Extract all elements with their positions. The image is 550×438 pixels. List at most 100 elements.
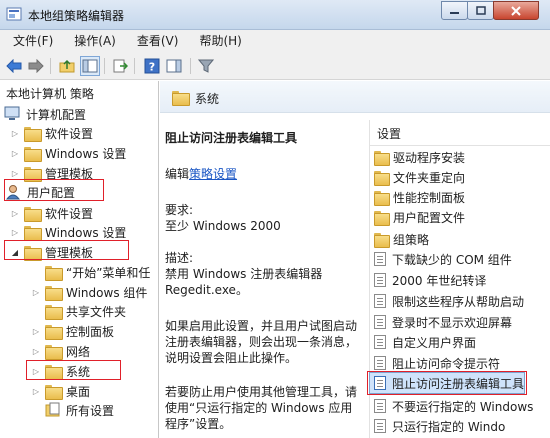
tree-item-computer-software[interactable]: ▷ 软件设置 bbox=[10, 123, 93, 143]
up-folder-button[interactable] bbox=[57, 56, 77, 76]
tree-item-shared-folders[interactable]: 共享文件夹 bbox=[45, 301, 126, 321]
tree-item-desktop[interactable]: ▷ 桌面 bbox=[31, 381, 90, 401]
tree-item-all-settings[interactable]: 所有设置 bbox=[45, 400, 114, 420]
edit-policy-link[interactable]: 策略设置 bbox=[189, 167, 237, 181]
folder-icon bbox=[24, 146, 42, 162]
folder-icon bbox=[45, 384, 63, 400]
svg-text:?: ? bbox=[149, 61, 155, 74]
expand-icon[interactable]: ▷ bbox=[10, 168, 20, 178]
highlight-box bbox=[26, 360, 121, 380]
maximize-button[interactable] bbox=[467, 1, 494, 20]
console-tree-icon bbox=[82, 59, 98, 73]
edit-line: 编辑策略设置 bbox=[165, 167, 238, 181]
folder-icon bbox=[374, 210, 390, 226]
close-icon bbox=[511, 5, 521, 16]
requirements-value: 至少 Windows 2000 bbox=[165, 219, 281, 233]
filter-button[interactable] bbox=[196, 56, 216, 76]
menu-bar: 文件(F) 操作(A) 查看(V) 帮助(H) bbox=[0, 30, 550, 52]
minimize-icon bbox=[449, 11, 459, 14]
description-text: 程序”设置。 bbox=[165, 417, 232, 431]
tree-computer-config[interactable]: 计算机配置 bbox=[4, 104, 86, 124]
policy-setting-icon bbox=[374, 376, 386, 390]
folder-icon bbox=[374, 150, 390, 166]
description-text: 如果启用此设置，并且用户试图启动 bbox=[165, 319, 358, 333]
tree-item-computer-windows[interactable]: ▷ Windows 设置 bbox=[10, 143, 126, 163]
highlight-box bbox=[4, 240, 129, 260]
list-item[interactable]: 下载缺少的 COM 组件 bbox=[374, 249, 550, 269]
toolbar-separator bbox=[190, 58, 191, 74]
folder-icon bbox=[374, 232, 390, 248]
back-arrow-icon bbox=[6, 59, 22, 73]
policy-setting-icon bbox=[374, 399, 386, 413]
tree-item-user-software[interactable]: ▷ 软件设置 bbox=[10, 203, 93, 223]
export-list-button[interactable] bbox=[110, 56, 130, 76]
help-button[interactable]: ? bbox=[142, 56, 162, 76]
expand-icon[interactable]: ▷ bbox=[10, 148, 20, 158]
menu-help[interactable]: 帮助(H) bbox=[191, 30, 249, 52]
expand-icon[interactable]: ▷ bbox=[10, 227, 20, 237]
folder-icon bbox=[45, 265, 63, 281]
help-icon: ? bbox=[144, 58, 160, 74]
tree-item-start-menu[interactable]: “开始”菜单和任 bbox=[45, 262, 150, 282]
list-item[interactable]: 2000 年世纪转译 bbox=[374, 270, 550, 290]
back-button[interactable] bbox=[4, 56, 24, 76]
up-folder-icon bbox=[59, 59, 75, 73]
list-item[interactable]: 限制这些程序从帮助启动 bbox=[374, 291, 550, 311]
toolbar-separator bbox=[134, 58, 135, 74]
list-item[interactable]: 驱动程序安装 bbox=[374, 147, 550, 167]
description-text: 使用“只运行指定的 Windows 应用 bbox=[165, 401, 353, 415]
expand-icon[interactable]: ▷ bbox=[31, 287, 41, 297]
expand-icon[interactable]: ▷ bbox=[10, 208, 20, 218]
folder-icon bbox=[374, 190, 390, 206]
list-item[interactable]: 性能控制面板 bbox=[374, 187, 550, 207]
policy-setting-icon bbox=[374, 294, 386, 308]
list-item[interactable]: 文件夹重定向 bbox=[374, 167, 550, 187]
description-text: 禁用 Windows 注册表编辑器 bbox=[165, 267, 323, 281]
tree-root[interactable]: 本地计算机 策略 bbox=[6, 83, 94, 103]
tree-item-control-panel[interactable]: ▷ 控制面板 bbox=[31, 321, 114, 341]
list-item[interactable]: 用户配置文件 bbox=[374, 207, 550, 227]
tree-item-windows-components[interactable]: ▷ Windows 组件 bbox=[31, 282, 147, 302]
list-item[interactable]: 只运行指定的 Windo bbox=[374, 416, 550, 436]
toolbar-separator bbox=[50, 58, 51, 74]
export-list-icon bbox=[113, 59, 128, 73]
show-hide-tree-button[interactable] bbox=[80, 56, 100, 76]
menu-action[interactable]: 操作(A) bbox=[66, 30, 124, 52]
expand-icon[interactable]: ▷ bbox=[31, 386, 41, 396]
list-item[interactable]: 阻止访问命令提示符 bbox=[374, 353, 550, 373]
settings-column-header[interactable]: 设置 bbox=[369, 122, 550, 146]
tree-item-user-windows[interactable]: ▷ Windows 设置 bbox=[10, 222, 126, 242]
expand-icon[interactable]: ▷ bbox=[10, 128, 20, 138]
minimize-button[interactable] bbox=[441, 1, 468, 20]
policy-setting-icon bbox=[374, 419, 386, 433]
forward-button[interactable] bbox=[26, 56, 46, 76]
list-item-selected[interactable]: 阻止访问注册表编辑工具 bbox=[374, 373, 550, 393]
list-item[interactable]: 登录时不显示欢迎屏幕 bbox=[374, 312, 550, 332]
policy-setting-icon bbox=[374, 252, 386, 266]
expand-icon[interactable]: ▷ bbox=[31, 326, 41, 336]
menu-file[interactable]: 文件(F) bbox=[5, 30, 61, 52]
toolbar: ? bbox=[0, 52, 550, 80]
expand-icon[interactable]: ▷ bbox=[31, 346, 41, 356]
show-action-pane-button[interactable] bbox=[164, 56, 184, 76]
folder-icon bbox=[45, 304, 63, 320]
window-title: 本地组策略编辑器 bbox=[28, 9, 125, 23]
description-text: 若要防止用户使用其他管理工具，请 bbox=[165, 385, 358, 399]
folder-icon bbox=[24, 126, 42, 142]
maximize-icon bbox=[475, 5, 486, 15]
list-item[interactable]: 自定义用户界面 bbox=[374, 332, 550, 352]
folder-icon bbox=[45, 344, 63, 360]
list-item[interactable]: 不要运行指定的 Windows bbox=[374, 396, 550, 416]
tree-item-network[interactable]: ▷ 网络 bbox=[31, 341, 90, 361]
policy-setting-icon bbox=[374, 315, 386, 329]
close-button[interactable] bbox=[493, 1, 539, 20]
folder-icon bbox=[24, 206, 42, 222]
forward-arrow-icon bbox=[28, 59, 44, 73]
policy-setting-icon bbox=[374, 356, 386, 370]
description-text: 说明设置会阻止此操作。 bbox=[165, 351, 298, 365]
toolbar-separator bbox=[104, 58, 105, 74]
folder-icon bbox=[24, 166, 42, 182]
folder-icon bbox=[24, 225, 42, 241]
menu-view[interactable]: 查看(V) bbox=[129, 30, 187, 52]
list-item[interactable]: 组策略 bbox=[374, 229, 550, 249]
